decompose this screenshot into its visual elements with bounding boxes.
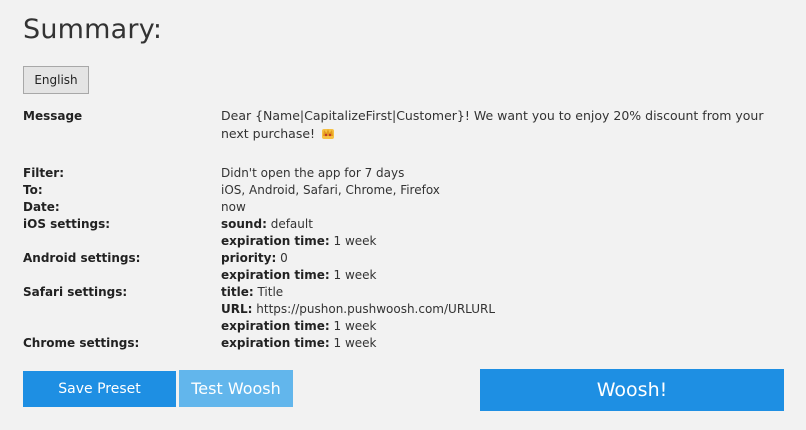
chrome-expiration: expiration time: 1 week (221, 336, 377, 350)
date-label: Date: (23, 200, 60, 214)
safari-title-value: Title (257, 285, 284, 299)
safari-url-key: URL: (221, 302, 253, 316)
android-priority-key: priority: (221, 251, 277, 265)
ios-sound-value: default (270, 217, 313, 231)
safari-expiration-value: 1 week (333, 319, 377, 333)
page-title: Summary: (23, 14, 163, 45)
message-text: Dear {Name|CapitalizeFirst|Customer}! We… (221, 107, 781, 143)
safari-url: URL: https://pushon.pushwoosh.com/URLURL (221, 302, 495, 316)
safari-expiration-key: expiration time: (221, 319, 330, 333)
android-settings-label: Android settings: (23, 251, 141, 265)
chrome-settings-label: Chrome settings: (23, 336, 140, 350)
save-preset-button[interactable]: Save Preset (23, 371, 176, 407)
android-expiration-key: expiration time: (221, 268, 330, 282)
android-priority: priority: 0 (221, 251, 288, 265)
date-value: now (221, 200, 246, 214)
test-woosh-button[interactable]: Test Woosh (179, 370, 293, 407)
ios-expiration-key: expiration time: (221, 234, 330, 248)
safari-url-value: https://pushon.pushwoosh.com/URLURL (256, 302, 496, 316)
ios-expiration-value: 1 week (333, 234, 377, 248)
safari-title-key: title: (221, 285, 254, 299)
language-tab-english[interactable]: English (23, 66, 89, 94)
crown-icon (322, 129, 335, 139)
filter-label: Filter: (23, 166, 65, 180)
to-label: To: (23, 183, 43, 197)
message-label: Message (23, 109, 83, 123)
chrome-expiration-key: expiration time: (221, 336, 330, 350)
chrome-expiration-value: 1 week (333, 336, 377, 350)
ios-sound-key: sound: (221, 217, 267, 231)
safari-title: title: Title (221, 285, 283, 299)
safari-settings-label: Safari settings: (23, 285, 128, 299)
to-value: iOS, Android, Safari, Chrome, Firefox (221, 183, 440, 197)
ios-sound: sound: default (221, 217, 313, 231)
android-expiration-value: 1 week (333, 268, 377, 282)
filter-value: Didn't open the app for 7 days (221, 166, 405, 180)
safari-expiration: expiration time: 1 week (221, 319, 377, 333)
woosh-button[interactable]: Woosh! (480, 369, 784, 411)
android-priority-value: 0 (280, 251, 288, 265)
ios-settings-label: iOS settings: (23, 217, 111, 231)
android-expiration: expiration time: 1 week (221, 268, 377, 282)
message-body: Dear {Name|CapitalizeFirst|Customer}! We… (221, 108, 764, 141)
ios-expiration: expiration time: 1 week (221, 234, 377, 248)
